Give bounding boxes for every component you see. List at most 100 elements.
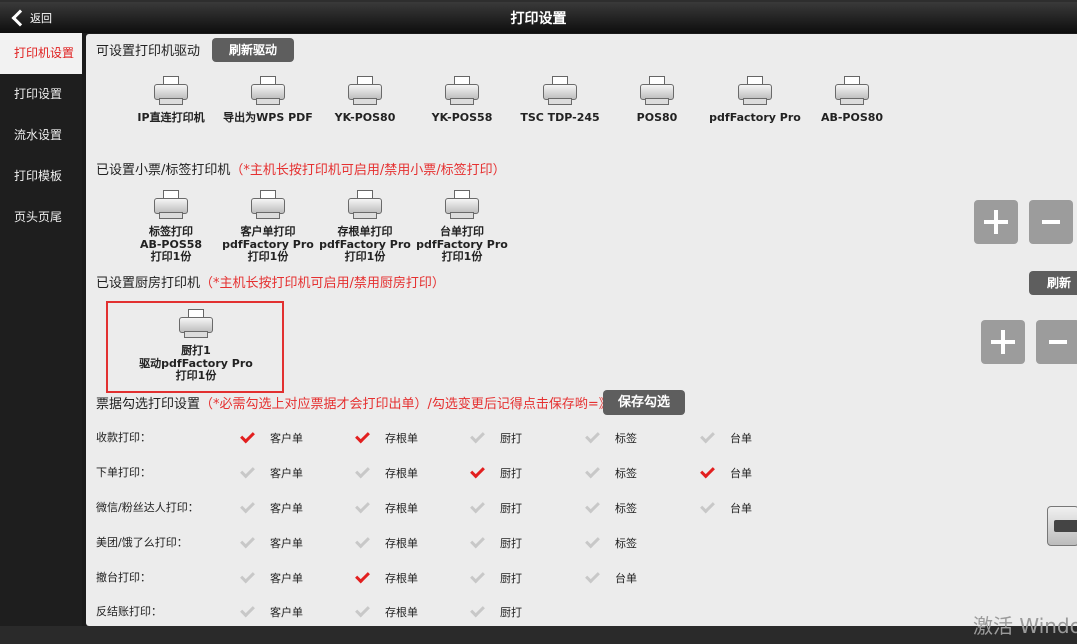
receipt-printers-title: 已设置小票/标签打印机（*主机长按打印机可启用/禁用小票/标签打印）	[96, 159, 506, 178]
ticket-checkbox[interactable]: 客户单	[240, 568, 303, 586]
ticket-checkbox[interactable]: 厨打	[470, 533, 522, 551]
ticket-checkbox-label: 厨打	[500, 606, 522, 619]
sidebar-item-header-footer[interactable]: 页头页尾	[0, 197, 82, 238]
ticket-checkbox[interactable]: 存根单	[355, 463, 418, 481]
ticket-checkbox[interactable]: 厨打	[470, 498, 522, 516]
ticket-checkbox-label: 存根单	[385, 572, 418, 585]
printer-icon	[251, 76, 285, 106]
page-title: 打印设置	[510, 11, 567, 27]
driver-label: pdfFactory Pro	[709, 111, 801, 124]
check-icon	[470, 602, 485, 618]
ticket-checkbox[interactable]: 客户单	[240, 533, 303, 551]
ticket-checkbox[interactable]: 厨打	[470, 568, 522, 586]
check-icon	[470, 568, 485, 584]
ticket-checkbox[interactable]: 厨打	[470, 463, 522, 481]
kitchen-printer-item[interactable]: 厨打1 驱动pdfFactory Pro 打印1份	[136, 309, 256, 383]
check-icon	[240, 498, 255, 514]
drivers-section-title: 可设置打印机驱动	[96, 44, 201, 59]
driver-item[interactable]: AB-POS80	[804, 76, 900, 125]
ticket-checkbox[interactable]: 标签	[585, 533, 637, 551]
add-kitchen-printer-button[interactable]	[981, 320, 1025, 364]
ticket-checkbox-label: 厨打	[500, 537, 522, 550]
driver-label: IP直连打印机	[137, 111, 205, 124]
ticket-checkbox-label: 台单	[730, 432, 752, 445]
ticket-checkbox[interactable]: 台单	[700, 498, 752, 516]
ticket-checkbox[interactable]: 厨打	[470, 602, 522, 620]
receipt-printer-item[interactable]: 客户单打印 pdfFactory Pro 打印1份	[220, 190, 316, 264]
remove-receipt-printer-button[interactable]	[1029, 200, 1073, 244]
printer-icon	[445, 190, 479, 220]
ticket-checkbox[interactable]: 存根单	[355, 498, 418, 516]
ticket-checkbox[interactable]: 客户单	[240, 463, 303, 481]
ticket-checkbox-label: 客户单	[270, 537, 303, 550]
check-icon	[470, 498, 485, 514]
refresh-kitchen-button[interactable]: 刷新	[1029, 271, 1077, 295]
check-icon	[700, 428, 715, 444]
receipt-printers-heading: 已设置小票/标签打印机	[96, 163, 231, 178]
check-icon	[585, 498, 600, 514]
refresh-drivers-button[interactable]: 刷新驱动	[212, 38, 294, 62]
driver-item[interactable]: YK-POS58	[414, 76, 510, 125]
ticket-checkbox-label: 存根单	[385, 432, 418, 445]
driver-item[interactable]: pdfFactory Pro	[707, 76, 803, 125]
driver-label: AB-POS80	[820, 111, 884, 124]
kitchen-printers-note: （*主机长按打印机可启用/禁用厨房打印）	[200, 276, 445, 291]
ticket-settings-note: （*必需勾选上对应票据才会打印出单）/勾选变更后记得点击保存哟=》	[200, 397, 612, 412]
driver-item[interactable]: TSC TDP-245	[512, 76, 608, 125]
ticket-checkbox-label: 存根单	[385, 502, 418, 515]
sidebar-item-printer-settings[interactable]: 打印机设置	[0, 33, 82, 74]
driver-item[interactable]: POS80	[609, 76, 705, 125]
remove-kitchen-printer-button[interactable]	[1036, 320, 1077, 364]
printer-copies: 打印1份	[150, 250, 192, 263]
ticket-checkbox[interactable]: 客户单	[240, 602, 303, 620]
receipt-printer-item[interactable]: 台单打印 pdfFactory Pro 打印1份	[414, 190, 510, 264]
sidebar-item-flow-settings[interactable]: 流水设置	[0, 115, 82, 156]
ticket-checkbox-label: 台单	[615, 572, 637, 585]
driver-label: POS80	[636, 111, 678, 124]
ticket-row-label: 收款打印：	[96, 431, 151, 444]
check-icon	[585, 533, 600, 549]
driver-item[interactable]: 导出为WPS PDF	[220, 76, 316, 125]
ticket-row-label: 美团/饿了么打印：	[96, 536, 188, 549]
ticket-checkbox[interactable]: 台单	[700, 428, 752, 446]
printer-icon	[445, 76, 479, 106]
check-icon	[585, 463, 600, 479]
ticket-checkbox[interactable]: 存根单	[355, 533, 418, 551]
ticket-checkbox[interactable]: 厨打	[470, 428, 522, 446]
ticket-checkbox[interactable]: 台单	[585, 568, 637, 586]
ticket-checkbox-label: 客户单	[270, 572, 303, 585]
ticket-checkbox-label: 厨打	[500, 502, 522, 515]
ticket-checkbox[interactable]: 标签	[585, 428, 637, 446]
ticket-checkbox[interactable]: 存根单	[355, 428, 418, 446]
check-icon	[355, 602, 370, 618]
ticket-checkbox[interactable]: 客户单	[240, 498, 303, 516]
keyboard-icon[interactable]	[1047, 506, 1077, 546]
ticket-checkbox-label: 存根单	[385, 537, 418, 550]
ticket-checkbox[interactable]: 标签	[585, 498, 637, 516]
check-icon	[240, 428, 255, 444]
ticket-checkbox[interactable]: 台单	[700, 463, 752, 481]
printer-copies: 打印1份	[441, 250, 483, 263]
receipt-printer-item[interactable]: 存根单打印 pdfFactory Pro 打印1份	[317, 190, 413, 264]
ticket-checkbox[interactable]: 标签	[585, 463, 637, 481]
driver-item[interactable]: YK-POS80	[317, 76, 413, 125]
save-selection-button[interactable]: 保存勾选	[603, 390, 685, 415]
ticket-checkbox-label: 台单	[730, 502, 752, 515]
ticket-checkbox-label: 客户单	[270, 432, 303, 445]
printer-icon	[348, 76, 382, 106]
receipt-printer-item[interactable]: 标签打印 AB-POS58 打印1份	[123, 190, 219, 264]
check-icon	[240, 533, 255, 549]
driver-item[interactable]: IP直连打印机	[123, 76, 219, 125]
add-receipt-printer-button[interactable]	[974, 200, 1018, 244]
kitchen-printers-heading: 已设置厨房打印机	[96, 276, 201, 291]
sidebar-item-print-templates[interactable]: 打印模板	[0, 156, 82, 197]
printer-icon	[835, 76, 869, 106]
ticket-checkbox-label: 客户单	[270, 606, 303, 619]
ticket-settings-heading: 票据勾选打印设置	[96, 397, 201, 412]
sidebar-item-print-settings[interactable]: 打印设置	[0, 74, 82, 115]
printer-icon	[640, 76, 674, 106]
check-icon	[700, 498, 715, 514]
ticket-checkbox[interactable]: 客户单	[240, 428, 303, 446]
ticket-checkbox[interactable]: 存根单	[355, 602, 418, 620]
ticket-checkbox[interactable]: 存根单	[355, 568, 418, 586]
